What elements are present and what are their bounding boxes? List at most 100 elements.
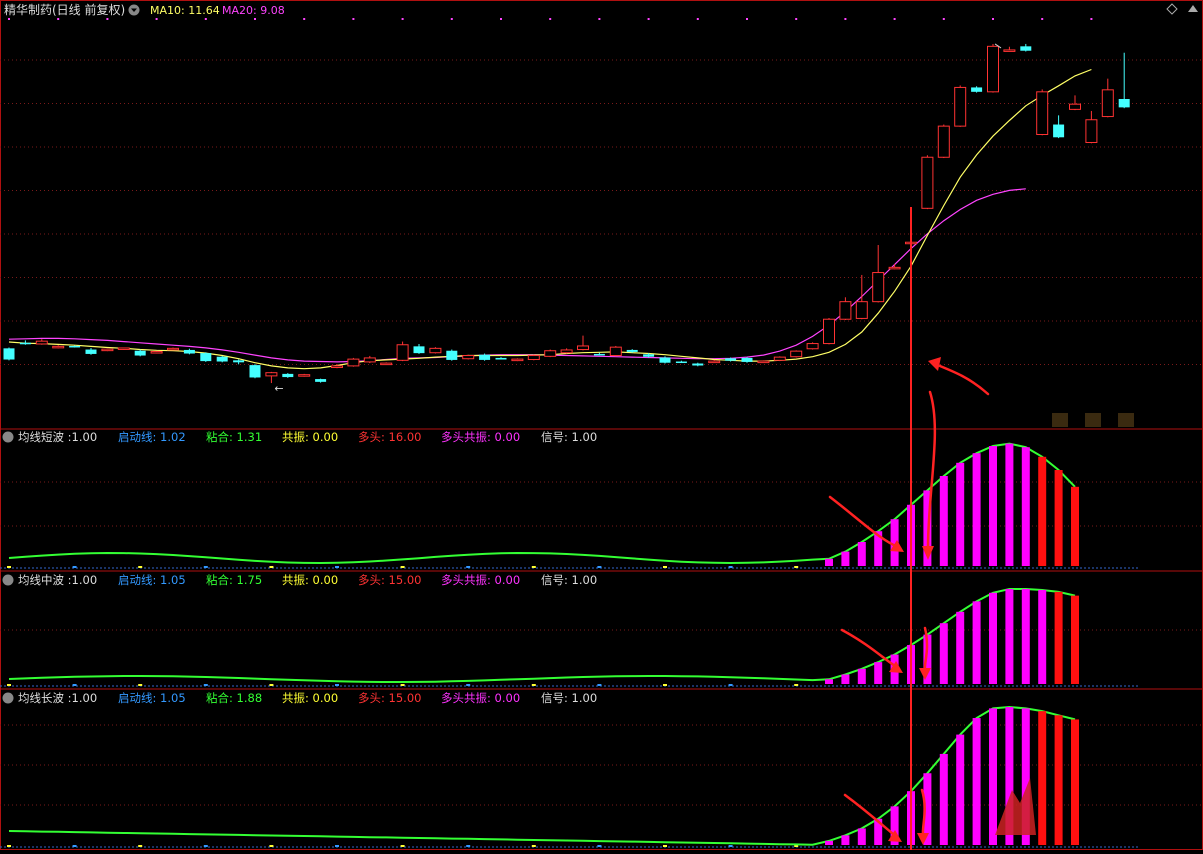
candle-body [363, 357, 376, 363]
baseline-dot [794, 684, 799, 686]
baseline-dot [663, 566, 667, 568]
top-marker-dot [450, 18, 453, 20]
candle [921, 155, 934, 210]
indicator-bar [841, 551, 850, 566]
baseline-dot [466, 684, 471, 686]
indicator-field-value: 1.00 [72, 573, 98, 587]
candle-body [971, 87, 983, 92]
candle-body [446, 350, 458, 360]
top-marker-dot [204, 18, 207, 20]
main-price-panel[interactable]: ← [3, 18, 1135, 427]
indicator-bar [1021, 447, 1030, 566]
indicator-field-value: 1.88 [237, 691, 263, 705]
indicator-field-0: 均线中波 :1.00 [18, 573, 97, 587]
watermark-logo-icon [995, 778, 1036, 835]
candle [1118, 52, 1130, 109]
candle-body [134, 350, 146, 356]
indicator-field-label: 共振 [282, 573, 305, 587]
candle [52, 345, 65, 349]
candle-body [708, 360, 721, 364]
baseline-dot [531, 566, 536, 568]
indicator-bar [841, 674, 850, 684]
candle [282, 373, 294, 378]
indicator-field-sep: : [64, 691, 72, 705]
candle [692, 362, 704, 367]
candle [708, 359, 721, 364]
indicator-panels[interactable]: 均线短波 :1.00 启动线: 1.02 粘合: 1.31 共振: 0.00 多头: 1… [0, 430, 1140, 848]
indicator-field-label: 粘合 [206, 573, 229, 587]
candle [167, 347, 179, 351]
indicator-field-sep: : [153, 573, 161, 587]
chart-canvas[interactable]: ← 均线短波 :1.00 启动线: 1.02 粘合: 1.31 共振: 0.00 多头:… [0, 0, 1203, 850]
candle-body [593, 353, 605, 356]
indicator-field-0: 均线长波 :1.00 [18, 691, 97, 705]
baseline-dot [728, 845, 733, 847]
candle [806, 342, 819, 350]
candle [609, 345, 622, 357]
top-marker-dot [1090, 18, 1093, 20]
panel-dropdown-icon [2, 431, 14, 443]
indicator-field-label: 多头共振 [441, 691, 487, 705]
candle-body [888, 266, 901, 270]
indicator-bar [956, 611, 965, 684]
indicator-field-6: 信号: 1.00 [541, 430, 597, 444]
baseline-dot [728, 684, 733, 686]
indicator-bar [956, 462, 965, 566]
candle-body [150, 351, 163, 354]
baseline-dot [138, 845, 143, 847]
indicator-bar [989, 446, 997, 566]
candle-body [1118, 98, 1130, 108]
candle-body [1003, 49, 1016, 52]
indicator-bar [1038, 589, 1047, 684]
candle [971, 86, 983, 93]
candle [987, 43, 999, 93]
candle-body [315, 379, 327, 382]
top-marker-dot [8, 18, 10, 20]
indicator-field-4: 多头: 16.00 [358, 430, 421, 444]
candle-body [183, 349, 195, 354]
candle [855, 274, 868, 320]
indicator-field-label: 多头共振 [441, 430, 487, 444]
indicator-field-sep: : [229, 573, 237, 587]
candle-body [347, 358, 360, 367]
candle-body [331, 365, 343, 368]
indicator-field-label: 均线长波 [18, 691, 64, 705]
top-marker-dot [352, 18, 355, 20]
baseline-dot [400, 845, 405, 847]
up-arrow-icon[interactable] [1188, 5, 1198, 12]
watermark [995, 778, 1036, 835]
candle-body [200, 353, 212, 362]
candle-body [1036, 91, 1049, 136]
candle [593, 352, 605, 356]
indicator-field-value: 15.00 [389, 573, 422, 587]
arrow-mid-diag [840, 628, 900, 670]
baseline-dot [400, 566, 405, 568]
candle-body [1020, 46, 1032, 51]
candle [315, 378, 327, 383]
indicator-field-sep: : [64, 430, 72, 444]
candle [446, 349, 458, 361]
indicator-field-value: 0.00 [313, 691, 339, 705]
indicator-field-2: 粘合: 1.88 [206, 691, 262, 705]
baseline-dot [269, 684, 274, 686]
stock-chart-window[interactable]: ← 均线短波 :1.00 启动线: 1.02 粘合: 1.31 共振: 0.00 多头:… [0, 0, 1203, 850]
indicator-field-label: 共振 [282, 430, 305, 444]
indicator-field-sep: : [487, 573, 495, 587]
baseline-dot [466, 845, 471, 847]
candle [544, 349, 557, 358]
diamond-icon[interactable] [1166, 3, 1178, 15]
baseline-dot [597, 566, 602, 568]
indicator-field-sep: : [381, 573, 389, 587]
indicator-field-label: 共振 [282, 691, 305, 705]
header-dropdown-icon[interactable] [128, 4, 140, 16]
indicator-field-sep: : [305, 573, 313, 587]
top-marker-dot [893, 18, 896, 20]
candle [35, 339, 48, 345]
top-marker-dot [401, 18, 404, 20]
candle [1003, 46, 1016, 52]
indicator-field-sep: : [564, 691, 572, 705]
baseline-dot [203, 684, 208, 686]
indicator-bar [1038, 456, 1047, 566]
indicator-bar [989, 708, 997, 845]
indicator-bar [939, 753, 948, 845]
